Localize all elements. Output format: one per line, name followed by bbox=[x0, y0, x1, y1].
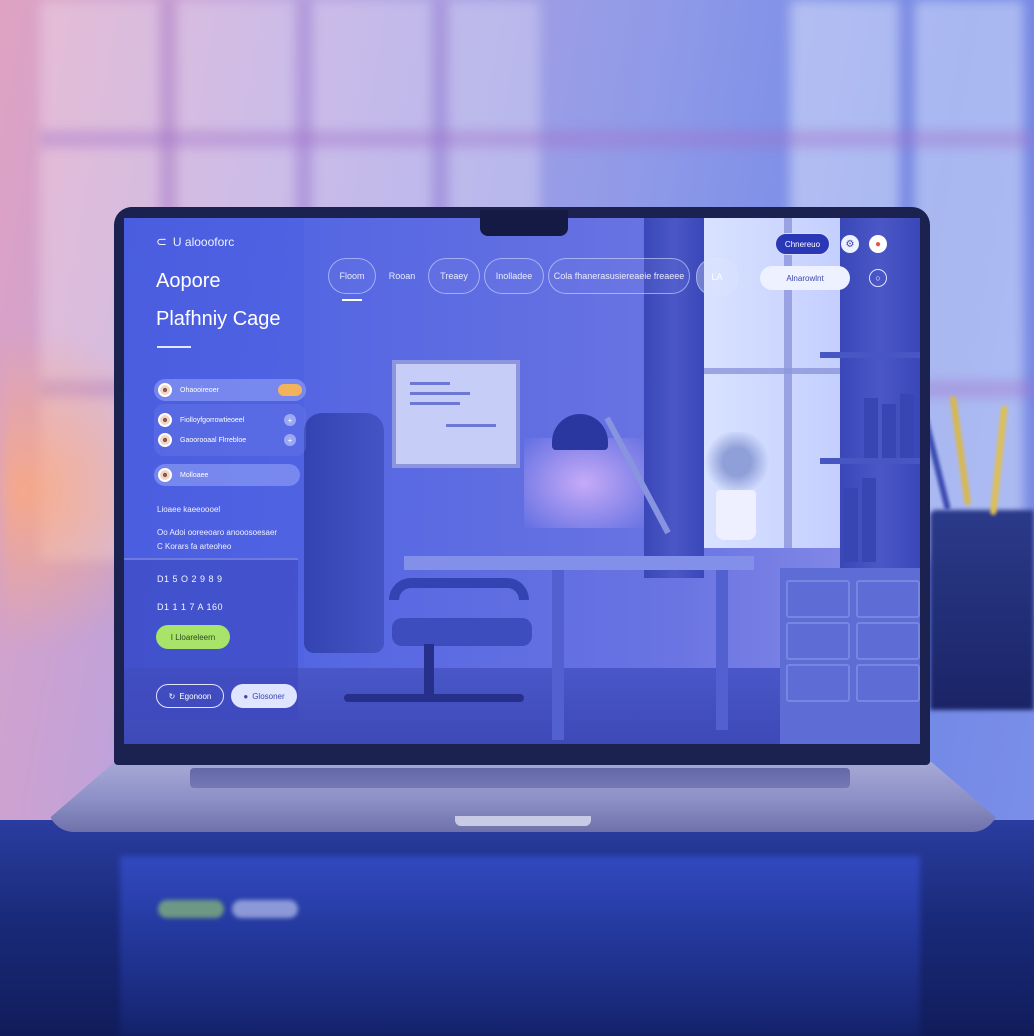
status-badge bbox=[278, 384, 302, 396]
list-item[interactable]: ☻ Gaoorooaal Flrrebloe + bbox=[154, 429, 300, 451]
mic-icon: ● bbox=[243, 691, 249, 701]
camera-notch bbox=[480, 210, 568, 236]
page-subtitle: Plafhniy Cage bbox=[156, 308, 281, 330]
number-readout: D1 1 1 7 A 160 bbox=[157, 602, 224, 612]
reflection-light-button bbox=[232, 900, 298, 918]
notification-icon[interactable]: ● bbox=[869, 235, 887, 253]
page-title: Aopore bbox=[156, 270, 221, 292]
info-text: C Korars fa arteoheo bbox=[157, 542, 232, 551]
trackpad-notch bbox=[455, 816, 591, 826]
primary-button[interactable]: Chnereuo bbox=[775, 233, 830, 255]
brand[interactable]: ⊂ U aloooforc bbox=[156, 234, 234, 250]
title-underline bbox=[157, 346, 191, 348]
outline-button[interactable]: ↻ Egonoon bbox=[156, 684, 224, 708]
avatar: ☻ bbox=[158, 383, 172, 397]
info-icon[interactable]: ○ bbox=[869, 269, 887, 287]
green-action-button[interactable]: I Lloareleern bbox=[156, 625, 230, 649]
plus-icon[interactable]: + bbox=[284, 434, 296, 446]
app-ui: ⊂ U aloooforc Aopore Plafhniy Cage Floom… bbox=[124, 218, 920, 744]
tab-cola[interactable]: Cola fhanerasusiereaeie freaeee bbox=[548, 258, 690, 294]
pencil-cup bbox=[930, 510, 1034, 710]
list-item[interactable]: ☻ Molloaee bbox=[154, 464, 300, 486]
laptop-screen: ⊂ U aloooforc Aopore Plafhniy Cage Floom… bbox=[124, 218, 920, 744]
laptop-reflection bbox=[120, 856, 920, 1036]
tab-inolladee[interactable]: Inolladee bbox=[484, 258, 544, 294]
avatar: ☻ bbox=[158, 433, 172, 447]
keyboard bbox=[190, 768, 850, 788]
number-readout: D1 5 O 2 9 8 9 bbox=[157, 574, 223, 584]
avatar: ☻ bbox=[158, 468, 172, 482]
refresh-icon: ↻ bbox=[168, 691, 176, 701]
tab-floom[interactable]: Floom bbox=[328, 258, 376, 301]
logo-icon: ⊂ bbox=[156, 234, 167, 249]
tab-extra[interactable]: LA bbox=[696, 258, 738, 296]
list-item[interactable]: ☻ Ohaooireoer bbox=[154, 379, 306, 401]
light-button[interactable]: ● Glosoner bbox=[231, 684, 297, 708]
tab-rooan[interactable]: Rooan bbox=[380, 258, 424, 294]
tab-treaey[interactable]: Treaey bbox=[428, 258, 480, 294]
background-glow bbox=[0, 280, 120, 700]
background-bar bbox=[40, 130, 1034, 148]
pill-action-button[interactable]: Alnarowlnt bbox=[760, 266, 850, 290]
settings-icon[interactable]: ⚙ bbox=[841, 235, 859, 253]
brand-name: U aloooforc bbox=[172, 235, 235, 249]
list-item[interactable]: ☻ Fiolloyfgorrowtieoeel + bbox=[154, 409, 300, 431]
plus-icon[interactable]: + bbox=[284, 414, 296, 426]
info-text: Lioaee kaeeoooel bbox=[157, 505, 221, 514]
info-text: Oo Adoi ooreeoaro anooosoesaer bbox=[157, 528, 278, 537]
reflection-green-button bbox=[158, 900, 224, 918]
avatar: ☻ bbox=[158, 413, 172, 427]
